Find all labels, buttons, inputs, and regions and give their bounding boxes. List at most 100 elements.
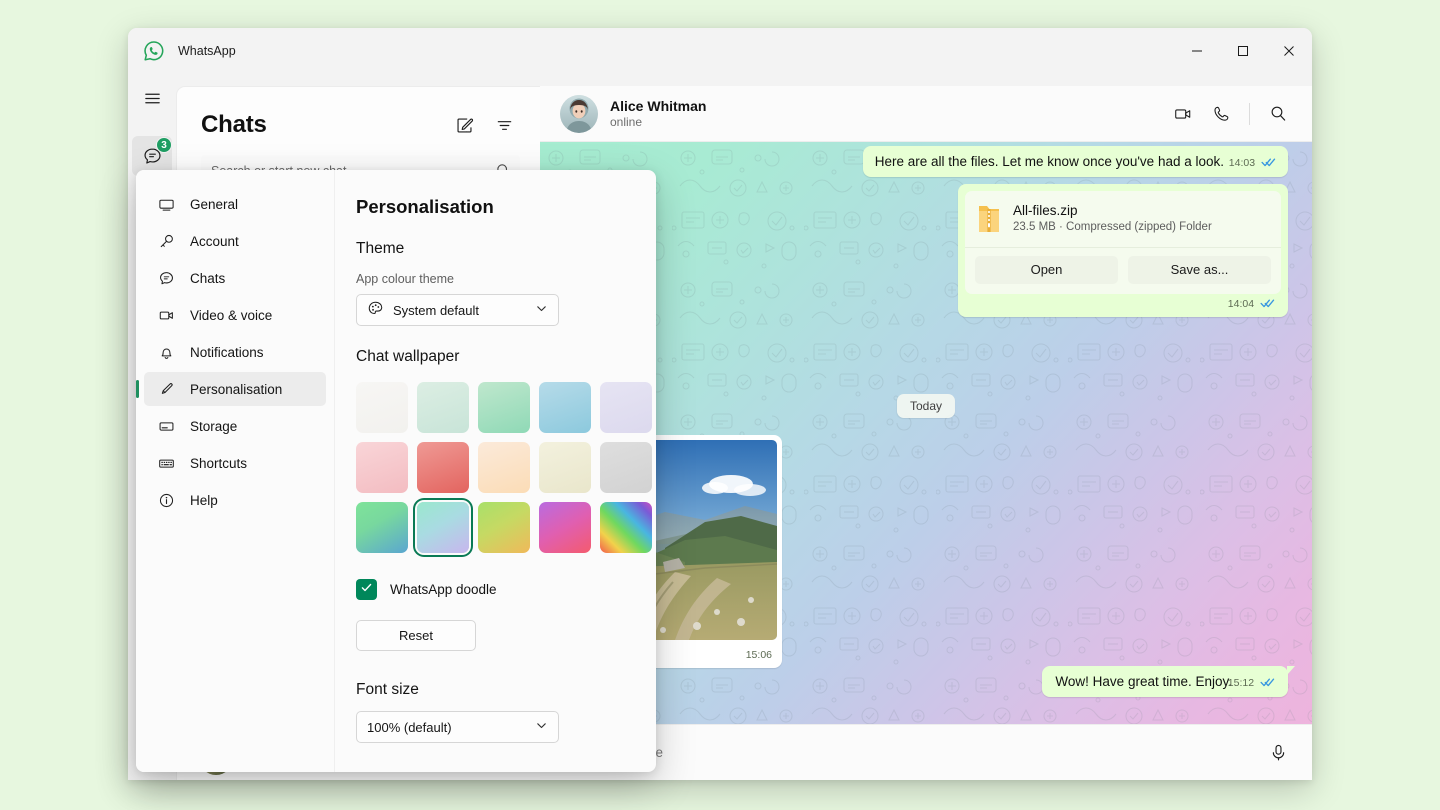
font-size-value: 100% (default) [367, 720, 452, 735]
window-title: WhatsApp [178, 44, 236, 58]
sidebar-item-video-voice[interactable]: Video & voice [144, 298, 326, 332]
key-icon [158, 233, 180, 250]
screen: WhatsApp [0, 0, 1440, 810]
app-colour-theme-value: System default [393, 303, 479, 318]
file-actions: Open Save as... [965, 247, 1281, 294]
message-bubble-text: Here are all the files. Let me know once… [863, 146, 1288, 177]
sidebar-item-label: Chats [190, 271, 225, 286]
video-call-button[interactable] [1167, 98, 1199, 130]
save-as-button[interactable]: Save as... [1128, 256, 1271, 284]
message-meta: 15:12 [1228, 677, 1275, 690]
wallpaper-swatch[interactable] [478, 502, 530, 553]
read-ticks-icon [1260, 298, 1275, 311]
open-file-button[interactable]: Open [975, 256, 1118, 284]
wallpaper-swatch[interactable] [478, 442, 530, 493]
wallpaper-swatch[interactable] [539, 382, 591, 433]
whatsapp-doodle-row[interactable]: WhatsApp doodle [356, 579, 632, 600]
whatsapp-doodle-label: WhatsApp doodle [390, 582, 497, 597]
chevron-down-icon [535, 302, 548, 318]
sidebar-item-help[interactable]: Help [144, 483, 326, 517]
wallpaper-swatch[interactable] [539, 442, 591, 493]
message-time: 15:12 [1228, 677, 1254, 689]
microphone-button[interactable] [1262, 737, 1294, 769]
file-name: All-files.zip [1013, 202, 1212, 220]
video-call-icon [1173, 104, 1193, 124]
wallpaper-swatch[interactable] [417, 442, 469, 493]
sidebar-item-general[interactable]: General [144, 187, 326, 221]
hamburger-menu-icon [143, 89, 162, 108]
conversation-header: Alice Whitman online [540, 86, 1312, 142]
settings-page-title: Personalisation [356, 196, 632, 218]
wallpaper-swatch[interactable] [356, 502, 408, 553]
storage-icon [158, 418, 180, 435]
chats-unread-badge: 3 [156, 137, 172, 153]
sidebar-item-shortcuts[interactable]: Shortcuts [144, 446, 326, 480]
wallpaper-swatch[interactable] [356, 442, 408, 493]
wallpaper-swatch[interactable] [539, 502, 591, 553]
conversation-search-button[interactable] [1262, 98, 1294, 130]
wallpaper-swatch[interactable] [600, 442, 652, 493]
maximize-button[interactable] [1220, 28, 1266, 74]
message-time: 14:04 [1228, 298, 1254, 310]
message-time: 15:06 [746, 649, 772, 661]
message-text: Here are all the files. Let me know once… [875, 154, 1224, 169]
wallpaper-swatch-selected[interactable] [417, 502, 469, 553]
new-chat-icon [455, 116, 474, 135]
chat-wallpaper-heading: Chat wallpaper [356, 348, 632, 366]
message-meta: 14:04 [965, 294, 1281, 312]
conversation-actions [1167, 98, 1294, 130]
close-icon [1283, 45, 1295, 57]
sidebar-item-storage[interactable]: Storage [144, 409, 326, 443]
sidebar-item-personalisation[interactable]: Personalisation [144, 372, 326, 406]
contact-avatar[interactable] [560, 95, 598, 133]
app-colour-theme-dropdown[interactable]: System default [356, 294, 559, 326]
message-bubble-text: Wow! Have great time. Enjoy. 15:12 [1042, 666, 1288, 697]
info-icon [158, 492, 180, 509]
contact-status: online [610, 115, 706, 131]
filter-chats-button[interactable] [488, 109, 520, 141]
sidebar-item-label: Storage [190, 419, 237, 434]
message-input[interactable] [564, 745, 1262, 760]
minimize-button[interactable] [1174, 28, 1220, 74]
chat-list-header: Chats [177, 87, 540, 141]
sidebar-item-notifications[interactable]: Notifications [144, 335, 326, 369]
message-text: Wow! Have great time. Enjoy. [1055, 674, 1232, 689]
file-card: All-files.zip 23.5 MB · Compressed (zipp… [965, 191, 1281, 294]
paintbrush-icon [158, 381, 180, 398]
contact-name: Alice Whitman [610, 97, 706, 115]
phone-call-icon [1211, 104, 1231, 124]
wallpaper-swatch[interactable] [600, 382, 652, 433]
app-colour-theme-label: App colour theme [356, 272, 632, 286]
window-controls [1174, 28, 1312, 74]
microphone-icon [1269, 743, 1288, 762]
sidebar-item-account[interactable]: Account [144, 224, 326, 258]
settings-content: Personalisation Theme App colour theme S… [335, 170, 656, 772]
keyboard-icon [158, 455, 180, 472]
sidebar-item-chats[interactable]: Chats [144, 261, 326, 295]
sidebar-item-label: Account [190, 234, 239, 249]
font-size-dropdown[interactable]: 100% (default) [356, 711, 559, 743]
sidebar-item-label: Personalisation [190, 382, 282, 397]
wallpaper-swatch[interactable] [600, 502, 652, 553]
hamburger-menu-button[interactable] [132, 78, 172, 118]
message-bubble-file: All-files.zip 23.5 MB · Compressed (zipp… [958, 184, 1288, 317]
minimize-icon [1191, 45, 1203, 57]
message-time: 14:03 [1229, 157, 1255, 169]
whatsapp-doodle-checkbox[interactable] [356, 579, 377, 600]
wallpaper-swatch[interactable] [417, 382, 469, 433]
contact-info: Alice Whitman online [610, 97, 706, 131]
settings-dialog: General Account Chats [136, 170, 656, 772]
maximize-icon [1237, 45, 1249, 57]
reset-wallpaper-button[interactable]: Reset [356, 620, 476, 651]
chevron-down-icon [535, 719, 548, 735]
voice-call-button[interactable] [1205, 98, 1237, 130]
read-ticks-icon [1261, 157, 1276, 170]
palette-icon [367, 300, 384, 320]
wallpaper-swatch[interactable] [356, 382, 408, 433]
close-button[interactable] [1266, 28, 1312, 74]
wallpaper-swatch[interactable] [478, 382, 530, 433]
sidebar-item-label: General [190, 197, 238, 212]
title-bar: WhatsApp [128, 28, 1312, 74]
new-chat-button[interactable] [448, 109, 480, 141]
wallpaper-swatch-grid [356, 382, 632, 553]
